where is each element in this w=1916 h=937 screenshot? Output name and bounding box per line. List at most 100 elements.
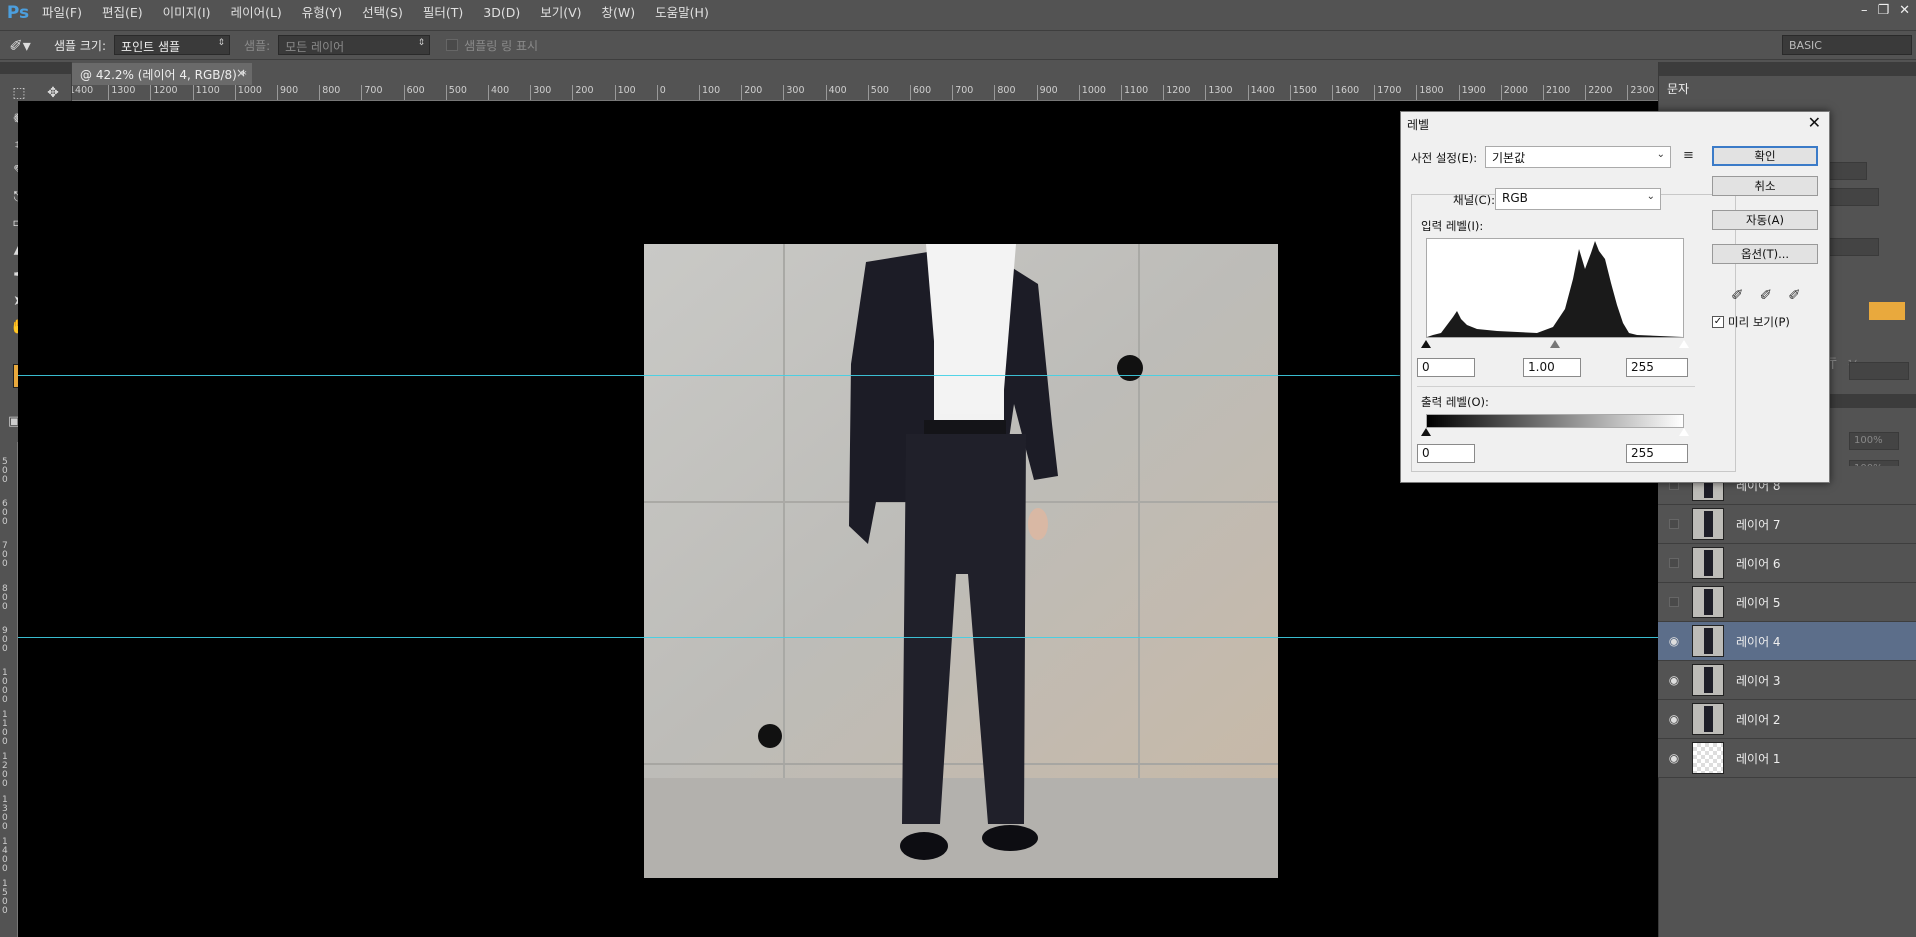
ruler-tick-label: 2000 [1500,85,1528,100]
menu-items: 파일(F) 편집(E) 이미지(I) 레이어(L) 유형(Y) 선택(S) 필터(T) 3D(… [32,0,719,26]
ruler-tick-label: 900 [277,85,298,100]
ruler-tick-label: 1200 [2,752,8,790]
ruler-tick-label: 1000 [2,668,8,705]
ruler-tick-label: 1700 [1374,85,1401,100]
anti-alias-select[interactable] [1849,362,1909,380]
ruler-tick-label: 1600 [1332,85,1359,100]
output-white-field[interactable]: 255 [1626,444,1688,463]
guide-line-lower[interactable] [18,637,1658,638]
panel-header [1659,62,1916,76]
input-black-field[interactable]: 0 [1417,358,1475,377]
options-bar: ✐▾ 샘플 크기: 포인트 샘플 ⇕ 샘플: 모든 레이어 ⇕ 샘플링 링 표시 B… [0,30,1916,60]
ruler-tick-label: 700 [361,85,383,100]
preview-toggle[interactable]: ✓ 미리 보기(P) [1712,314,1790,330]
vertical-ruler: 500 600 700 800 900 1000 1100 1200 1300 1400 1500 [0,442,18,937]
menu-item[interactable]: 선택(S) [352,0,413,26]
visibility-toggle-empty[interactable] [1669,558,1679,568]
layer-thumbnail [1692,703,1724,735]
ruler-tick-label: 1200 [150,85,178,100]
input-gamma-field[interactable]: 1.00 [1523,358,1581,377]
layer-row[interactable]: ◉ 레이어 2 [1658,700,1916,739]
input-white-slider[interactable] [1679,340,1689,348]
restore-icon[interactable]: ❐ [1877,3,1889,18]
layer-row[interactable]: 레이어 6 [1658,544,1916,583]
histogram [1426,238,1684,338]
layer-row[interactable]: ◉ 레이어 3 [1658,661,1916,700]
ruler-tick-label: 2300 [1627,85,1655,100]
eyedropper-group: ✐ ✐ ✐ [1731,286,1801,304]
window-controls: – ❐ ✕ [1861,3,1910,18]
visibility-eye-icon[interactable]: ◉ [1658,712,1690,726]
layer-row[interactable]: ◉ 레이어 1 [1658,739,1916,778]
opacity-field[interactable]: 100% [1849,432,1899,450]
minimize-icon[interactable]: – [1861,3,1868,18]
preset-select[interactable]: 기본값 ⌄ [1485,146,1671,168]
photoshop-logo-icon: Ps [6,3,30,23]
layer-row[interactable]: ◉ 레이어 4 [1658,622,1916,661]
layer-thumbnail [1692,508,1724,540]
eyedropper-tool-preset-icon[interactable]: ✐▾ [0,36,40,55]
input-black-slider[interactable] [1421,340,1431,348]
layer-row[interactable]: 레이어 5 [1658,583,1916,622]
ruler-tick-label: 1000 [1078,85,1106,100]
separator [1417,386,1695,387]
close-tab-icon[interactable]: × [236,66,246,80]
menu-item[interactable]: 편집(E) [92,0,153,26]
ruler-tick-label: 1000 [234,85,262,100]
ruler-tick-label: 700 [2,541,8,570]
auto-button[interactable]: 자동(A) [1712,210,1818,230]
document-tab[interactable]: @ 42.2% (레이어 4, RGB/8) * × [72,63,252,85]
menu-item[interactable]: 이미지(I) [153,0,221,26]
visibility-eye-icon[interactable]: ◉ [1658,634,1690,648]
cancel-button[interactable]: 취소 [1712,176,1818,196]
options-button[interactable]: 옵션(T)... [1712,244,1818,264]
output-black-field[interactable]: 0 [1417,444,1475,463]
horizontal-ruler: 1400130012001100100090080070060050040030… [72,85,1658,101]
sample-size-select[interactable]: 포인트 샘플 ⇕ [114,35,231,55]
input-white-field[interactable]: 255 [1626,358,1688,377]
sample-select[interactable]: 모든 레이어 ⇕ [278,35,431,55]
visibility-toggle-empty[interactable] [1669,597,1679,607]
gray-point-eyedropper-icon[interactable]: ✐ [1760,286,1773,304]
character-panel-tab[interactable]: 문자 [1667,80,1689,97]
ruler-tick-label: 2100 [1543,85,1570,100]
menu-item[interactable]: 필터(T) [413,0,473,26]
histogram-graph [1427,241,1683,337]
menu-item[interactable]: 유형(Y) [292,0,352,26]
sampling-ring-checkbox[interactable] [446,39,459,51]
document-tab-title: @ 42.2% (레이어 4, RGB/8) * [80,68,247,82]
white-point-eyedropper-icon[interactable]: ✐ [1788,286,1801,304]
ok-button[interactable]: 확인 [1712,146,1818,166]
close-icon[interactable]: ✕ [1899,3,1910,18]
layer-name: 레이어 1 [1736,751,1781,766]
preview-checkbox[interactable]: ✓ [1712,316,1724,328]
visibility-toggle-empty[interactable] [1669,519,1679,529]
menu-item[interactable]: 3D(D) [473,0,530,26]
preview-label: 미리 보기(P) [1728,315,1790,329]
text-color-swatch[interactable] [1869,302,1905,320]
menu-item[interactable]: 레이어(L) [221,0,292,26]
menu-item[interactable]: 창(W) [592,0,646,26]
channel-select[interactable]: RGB ⌄ [1495,188,1661,210]
layer-name: 레이어 6 [1736,556,1781,571]
ruler-tick-label: 1100 [1121,85,1148,100]
output-white-slider[interactable] [1679,428,1689,436]
output-black-slider[interactable] [1421,428,1431,436]
black-point-eyedropper-icon[interactable]: ✐ [1731,286,1744,304]
menu-item[interactable]: 보기(V) [530,0,591,26]
visibility-eye-icon[interactable]: ◉ [1658,673,1690,687]
ruler-tick-label: 0 [656,85,666,100]
menu-bar: Ps 파일(F) 편집(E) 이미지(I) 레이어(L) 유형(Y) 선택(S) 필터(T)… [0,0,1916,26]
close-icon[interactable]: ✕ [1808,113,1821,132]
menu-item[interactable]: 도움말(H) [645,0,719,26]
ruler-tick-label: 700 [952,85,973,100]
channel-value: RGB [1502,191,1528,205]
layer-row[interactable]: 레이어 7 [1658,505,1916,544]
visibility-eye-icon[interactable]: ◉ [1658,751,1690,765]
menu-item[interactable]: 파일(F) [32,0,92,26]
workspace-select[interactable]: BASIC [1782,35,1912,55]
ruler-tick-label: 100 [614,85,636,100]
input-gamma-slider[interactable] [1550,340,1560,348]
preset-options-icon[interactable]: ≡ [1683,148,1694,163]
layer-name: 레이어 7 [1736,517,1781,532]
